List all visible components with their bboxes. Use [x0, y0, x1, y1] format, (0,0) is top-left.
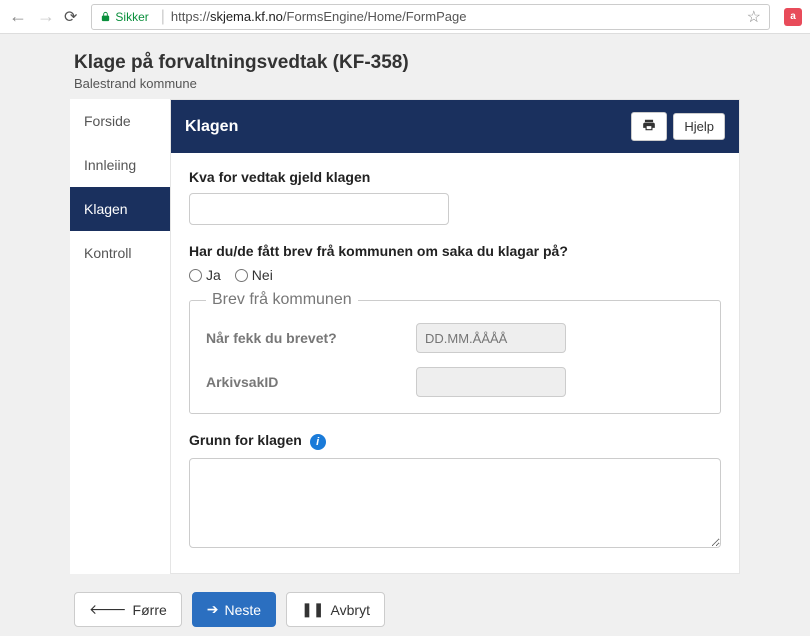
sidebar-item-label: Klagen — [84, 201, 128, 217]
cancel-label: Avbryt — [331, 602, 370, 618]
help-label: Hjelp — [684, 119, 714, 134]
extension-icon[interactable]: a — [784, 8, 802, 26]
arrow-left-icon: 🡐 — [89, 601, 127, 618]
panel-header: Klagen Hjelp — [171, 100, 739, 153]
prev-button[interactable]: 🡐 Førre — [74, 592, 182, 627]
naar-label: Når fekk du brevet? — [206, 330, 396, 346]
sidebar-item-label: Kontroll — [84, 245, 131, 261]
help-button[interactable]: Hjelp — [673, 113, 725, 140]
secure-label: Sikker — [115, 10, 148, 24]
sidebar-item-innleiing[interactable]: Innleiing — [70, 143, 170, 187]
sidebar-item-label: Forside — [84, 113, 131, 129]
page-subtitle: Balestrand kommune — [74, 76, 740, 91]
radio-yes[interactable]: Ja — [189, 267, 221, 283]
next-button[interactable]: ➔ Neste — [192, 592, 276, 627]
sidebar-item-klagen[interactable]: Klagen — [70, 187, 170, 231]
vedtak-label: Kva for vedtak gjeld klagen — [189, 169, 721, 185]
url-text: https://skjema.kf.no/FormsEngine/Home/Fo… — [171, 9, 467, 24]
next-label: Neste — [225, 602, 262, 618]
main-panel: Klagen Hjelp Kva for vedtak gjeld klagen… — [170, 99, 740, 574]
reload-icon[interactable]: ⟳ — [64, 7, 77, 27]
grunn-textarea[interactable] — [189, 458, 721, 548]
panel-title: Klagen — [185, 118, 238, 136]
arrow-right-icon: ➔ — [207, 601, 219, 618]
arkiv-label: ArkivsakID — [206, 374, 396, 390]
grunn-label: Grunn for klagen i — [189, 432, 721, 450]
radio-yes-input[interactable] — [189, 269, 202, 282]
radio-no[interactable]: Nei — [235, 267, 273, 283]
sidebar-item-kontroll[interactable]: Kontroll — [70, 231, 170, 275]
lock-icon: Sikker — [100, 10, 148, 24]
page-title: Klage på forvaltningsvedtak (KF-358) — [74, 52, 740, 74]
print-icon — [642, 118, 656, 135]
cancel-button[interactable]: ❚❚ Avbryt — [286, 592, 385, 627]
pause-icon: ❚❚ — [301, 601, 324, 618]
print-button[interactable] — [631, 112, 667, 141]
footer-buttons: 🡐 Førre ➔ Neste ❚❚ Avbryt — [70, 592, 740, 627]
bookmark-star-icon[interactable]: ☆ — [747, 7, 761, 27]
prev-label: Førre — [133, 602, 167, 618]
sidebar-item-forside[interactable]: Forside — [70, 99, 170, 143]
radio-no-input[interactable] — [235, 269, 248, 282]
info-icon[interactable]: i — [310, 434, 326, 450]
naar-input[interactable] — [416, 323, 566, 353]
brev-fieldset: Brev frå kommunen Når fekk du brevet? Ar… — [189, 291, 721, 414]
sidebar: Forside Innleiing Klagen Kontroll — [70, 99, 170, 574]
page-header: Klage på forvaltningsvedtak (KF-358) Bal… — [70, 52, 740, 99]
address-bar[interactable]: Sikker | https://skjema.kf.no/FormsEngin… — [91, 4, 770, 30]
radio-group: Ja Nei — [189, 267, 721, 283]
fieldset-legend: Brev frå kommunen — [206, 291, 358, 309]
vedtak-input[interactable] — [189, 193, 449, 225]
browser-toolbar: ← → ⟳ Sikker | https://skjema.kf.no/Form… — [0, 0, 810, 34]
arkiv-input[interactable] — [416, 367, 566, 397]
brev-question-label: Har du/de fått brev frå kommunen om saka… — [189, 243, 721, 259]
forward-icon[interactable]: → — [36, 6, 56, 27]
sidebar-item-label: Innleiing — [84, 157, 136, 173]
back-icon[interactable]: ← — [8, 6, 28, 27]
